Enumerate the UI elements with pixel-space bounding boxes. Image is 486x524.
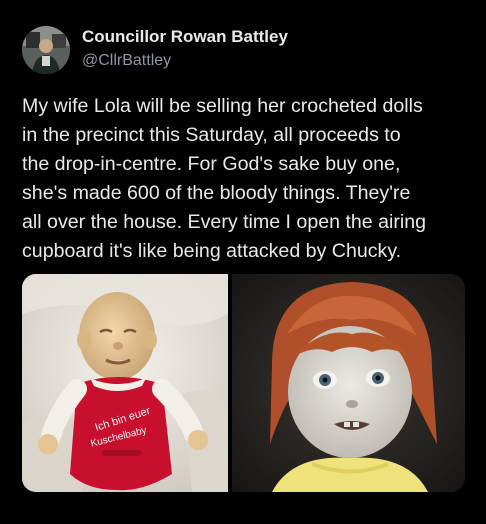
author-display-name[interactable]: Councillor Rowan Battley [82, 27, 288, 47]
media-photo-doll-red-outfit[interactable]: Ich bin euer Kuschelbaby [22, 274, 228, 492]
doll-photo-right [232, 274, 465, 492]
author-avatar[interactable] [22, 26, 70, 74]
avatar-photo [22, 26, 70, 74]
author-handle[interactable]: @CllrBattley [82, 52, 171, 70]
tweet-text-line: all over the house. Every time I open th… [22, 211, 427, 233]
tweet-text-line: the drop-in-centre. For God's sake buy o… [22, 153, 401, 175]
tweet-text-line: in the precinct this Saturday, all proce… [22, 124, 401, 146]
doll-photo-left: Ich bin euer Kuschelbaby [22, 274, 228, 492]
tweet-media: Ich bin euer Kuschelbaby [22, 274, 465, 492]
tweet: Councillor Rowan Battley @CllrBattley My… [0, 0, 486, 524]
media-photo-doll-red-hair[interactable] [232, 274, 465, 492]
tweet-text-line: My wife Lola will be selling her crochet… [22, 95, 423, 117]
tweet-text-line: cupboard it's like being attacked by Chu… [22, 240, 402, 262]
tweet-text: My wife Lola will be selling her crochet… [22, 92, 472, 266]
tweet-text-line: she's made 600 of the bloody things. The… [22, 182, 411, 204]
